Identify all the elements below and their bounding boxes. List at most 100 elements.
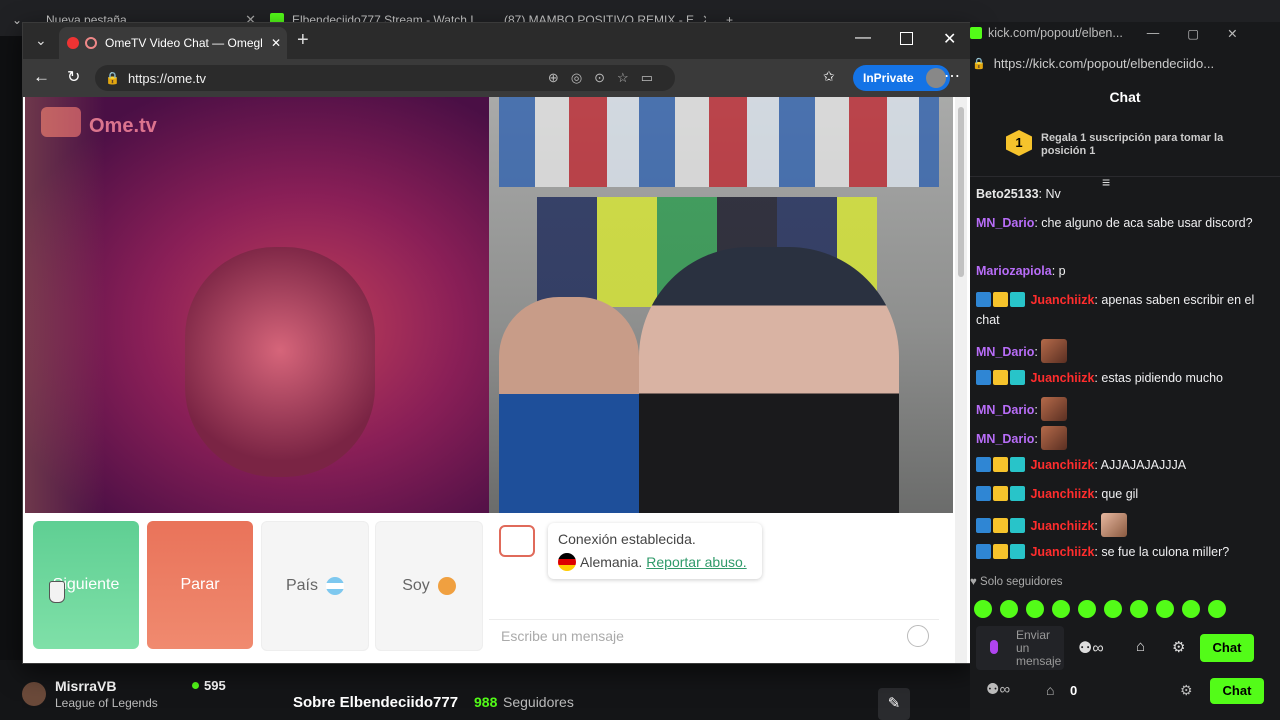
self-person — [185, 247, 375, 477]
chat-username[interactable]: Juanchiizk — [1030, 519, 1094, 533]
pinned-gift-banner[interactable]: 1 Regala 1 suscripción para tomar la pos… — [970, 116, 1280, 177]
kick-address-bar[interactable]: 🔒 https://kick.com/popout/elbendeciido..… — [970, 50, 1280, 76]
refresh-icon[interactable]: ↻ — [67, 67, 80, 87]
kick-window-title: kick.com/popout/elben... — [988, 26, 1123, 40]
chat-message: Juanchiizk: — [976, 513, 1266, 537]
chat-username[interactable]: Juanchiizk — [1030, 487, 1094, 501]
status-title: Conexión establecida. — [558, 531, 696, 547]
inprivate-badge[interactable]: InPrivate — [853, 65, 950, 91]
emote-icon — [1101, 513, 1128, 537]
chat-text: Nv — [1042, 187, 1061, 201]
points-infinity-icon[interactable]: ⚉∞ — [1078, 638, 1104, 658]
ometv-chat-logo-icon — [499, 525, 535, 557]
stranger-person-right — [639, 247, 899, 513]
verified-badge-icon — [976, 370, 991, 385]
settings-gear-icon[interactable]: ⚙ — [1172, 638, 1185, 656]
chat-username[interactable]: Juanchiizk — [1030, 371, 1094, 385]
chat-message: Juanchiizk: apenas saben escribir en el … — [976, 292, 1255, 327]
favorites-icon[interactable]: ✩ — [823, 68, 835, 85]
send-message-input[interactable]: Enviar un mensaje — [976, 626, 1064, 670]
live-dot-icon — [192, 682, 199, 689]
url-text: https://ome.tv — [127, 70, 206, 86]
kick-window-titlebar: kick.com/popout/elben... — ▢ ✕ — [970, 22, 1280, 44]
crown-badge-icon — [993, 518, 1008, 533]
settings-gear-icon[interactable]: ⚙ — [1180, 682, 1193, 699]
subscriber-badge-icon — [1010, 486, 1025, 501]
chat-username[interactable]: MN_Dario — [976, 216, 1034, 230]
profile-avatar[interactable] — [925, 68, 946, 88]
light-strip — [25, 97, 105, 513]
emote-quick-bar[interactable] — [974, 600, 1274, 623]
kick-chat-window: kick.com/popout/elben... — ▢ ✕ 🔒 https:/… — [970, 22, 1280, 720]
address-bar-actions[interactable]: ⊕◎⊙☆▭ — [548, 70, 665, 86]
chat-username[interactable]: MN_Dario — [976, 403, 1034, 417]
more-options-icon[interactable]: ⋯ — [944, 66, 960, 86]
chat-username[interactable]: Beto25133 — [976, 187, 1039, 201]
followers-label: Seguidores — [503, 694, 574, 710]
verified-badge-icon — [976, 518, 991, 533]
store-icon[interactable]: ⌂ — [1046, 682, 1054, 698]
kick-url: https://kick.com/popout/elbendeciido... — [993, 55, 1215, 71]
send-placeholder: Enviar un mensaje — [1016, 628, 1062, 668]
tab-menu-chevron[interactable]: ⌄ — [12, 8, 22, 32]
address-toolbar: ← ↻ 🔒 https://ome.tv ⊕◎⊙☆▭ ✩ InPrivate ⋯ — [23, 59, 970, 97]
emoji-icon[interactable] — [907, 625, 929, 647]
close-icon[interactable]: ✕ — [271, 36, 281, 50]
chat-message: Juanchiizk: que gil — [976, 484, 1266, 504]
points-infinity-icon[interactable]: ⚉∞ — [986, 680, 1010, 698]
emote-icon — [1041, 397, 1068, 421]
tab-actions-chevron-icon[interactable]: ⌄ — [35, 32, 47, 49]
verified-badge-icon — [976, 544, 991, 559]
avatar[interactable] — [22, 682, 46, 706]
emote-icon — [1041, 339, 1068, 363]
chat-username[interactable]: Juanchiizk — [1030, 458, 1094, 472]
tab-ometv[interactable]: OmeTV Video Chat — Omegl ✕ — [59, 27, 287, 59]
tab-title: OmeTV Video Chat — Omegl — [105, 36, 263, 50]
verified-badge-icon — [976, 457, 991, 472]
ometv-favicon-icon — [85, 37, 97, 49]
minimize-icon[interactable]: — — [1147, 26, 1160, 40]
status-country: Alemania. — [580, 554, 643, 570]
channel-name[interactable]: MisrraVB — [55, 678, 116, 694]
crown-badge-icon — [993, 544, 1008, 559]
new-tab-icon[interactable]: + — [297, 29, 309, 52]
report-abuse-link[interactable]: Reportar abuso. — [646, 554, 746, 570]
mouse-cursor-icon — [49, 581, 65, 603]
microphone-icon[interactable] — [990, 640, 998, 654]
back-arrow-icon[interactable]: ← — [33, 67, 50, 87]
gender-filter-button[interactable]: Soy — [375, 521, 483, 651]
store-icon[interactable]: ⌂ — [1136, 638, 1145, 655]
chat-send-button[interactable]: Chat — [1200, 634, 1254, 662]
maximize-icon[interactable] — [900, 32, 913, 45]
chat-button-secondary[interactable]: Chat — [1210, 678, 1264, 704]
emote-icon — [1041, 426, 1068, 450]
chat-username[interactable]: Juanchiizk — [1030, 293, 1094, 307]
jerseys-top — [499, 97, 939, 187]
chat-username[interactable]: MN_Dario — [976, 345, 1034, 359]
ometv-page: Ome.tv Siguiente Parar País Soy Conexión… — [23, 97, 970, 663]
close-window-icon[interactable]: ✕ — [1227, 26, 1237, 41]
self-video: Ome.tv — [25, 97, 489, 513]
stop-button[interactable]: Parar — [147, 521, 253, 649]
germany-flag-icon — [558, 553, 576, 571]
inprivate-label: InPrivate — [863, 71, 914, 85]
maximize-icon[interactable]: ▢ — [1187, 26, 1199, 41]
close-window-icon[interactable]: ✕ — [943, 29, 956, 49]
chat-message: MN_Dario: che alguno de aca sabe usar di… — [976, 216, 1253, 230]
minimize-icon[interactable]: — — [855, 29, 871, 47]
verified-badge-icon — [976, 292, 991, 307]
chat-username[interactable]: Juanchiizk — [1030, 545, 1094, 559]
chat-username[interactable]: MN_Dario — [976, 432, 1034, 446]
country-filter-button[interactable]: País — [261, 521, 369, 651]
store-count: 0 — [1070, 683, 1078, 698]
followers-count: 988 — [474, 694, 498, 710]
message-input[interactable]: Escribe un mensaje — [489, 619, 939, 652]
chat-username[interactable]: Mariozapiola — [976, 264, 1052, 278]
edit-icon[interactable]: ✎ — [878, 688, 910, 720]
status-message: Conexión establecida. Alemania. Reportar… — [548, 523, 762, 579]
scrollbar[interactable] — [955, 97, 967, 663]
pinned-text: Regala 1 suscripción para tomar la posic… — [1041, 132, 1224, 157]
chat-text: p — [1055, 264, 1066, 278]
subscriber-badge-icon — [1010, 370, 1025, 385]
address-bar[interactable]: 🔒 https://ome.tv ⊕◎⊙☆▭ — [95, 65, 675, 91]
